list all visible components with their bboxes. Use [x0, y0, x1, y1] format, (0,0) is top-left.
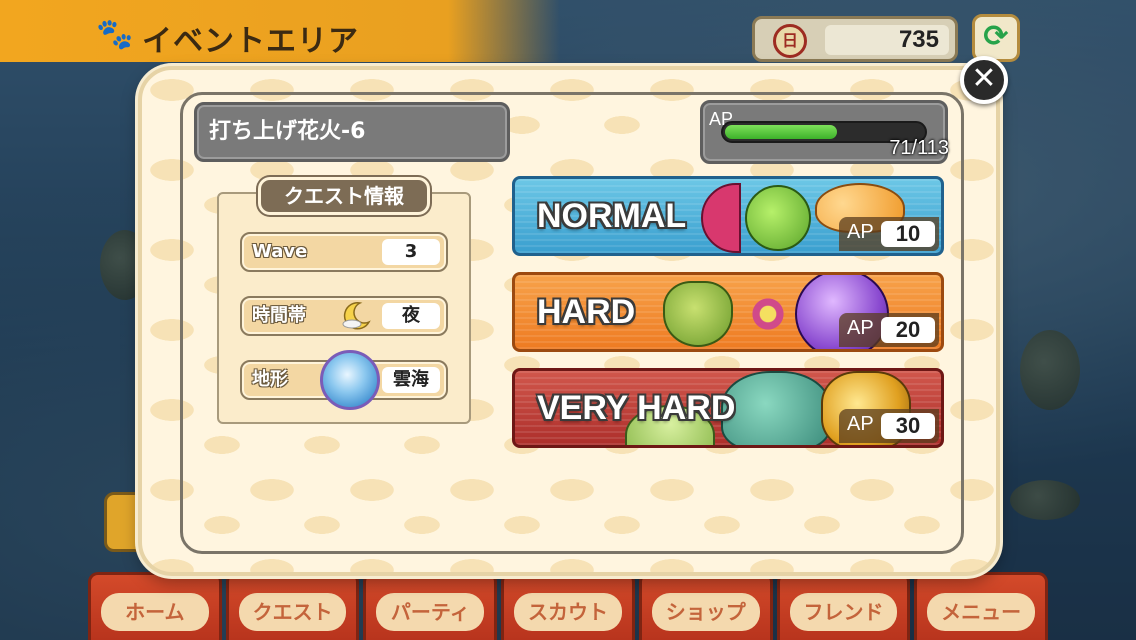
- close-icon: ✕: [971, 61, 997, 96]
- nav-label: ホーム: [101, 593, 209, 631]
- info-row-value: 雲海: [382, 367, 440, 393]
- info-row-label: 地形: [252, 369, 288, 390]
- nav-label: メニュー: [927, 593, 1036, 631]
- nav-party-button[interactable]: パーティ: [363, 572, 498, 640]
- difficulty-label: NORMAL: [537, 197, 687, 235]
- difficulty-label: VERY HARD: [537, 389, 736, 427]
- ap-cost-value: 10: [881, 221, 935, 247]
- nav-label: フレンド: [789, 593, 898, 631]
- monster-art: [721, 371, 831, 445]
- nav-shop-button[interactable]: ショップ: [638, 572, 773, 640]
- nav-label: ショップ: [651, 593, 760, 631]
- nav-label: パーティ: [376, 593, 485, 631]
- difficulty-hard-button[interactable]: HARD AP 20: [512, 272, 944, 352]
- close-button[interactable]: ✕: [960, 56, 1008, 104]
- ap-cost-badge: AP 10: [839, 217, 939, 251]
- currency-display: 日 735: [752, 16, 958, 62]
- nav-quest-button[interactable]: クエスト: [225, 572, 360, 640]
- info-row-value: 3: [382, 239, 440, 265]
- ap-cost-value: 30: [881, 413, 935, 439]
- ap-cost-badge: AP 30: [839, 409, 939, 443]
- paw-icon: 🐾: [96, 17, 134, 52]
- area-header: 🐾 イベントエリア: [0, 0, 560, 62]
- info-row-label: 時間帯: [252, 305, 306, 326]
- difficulty-veryhard-button[interactable]: VERY HARD AP 30: [512, 368, 944, 448]
- difficulty-normal-button[interactable]: NORMAL AP 10: [512, 176, 944, 256]
- area-title: イベントエリア: [142, 24, 359, 59]
- ap-cost-value: 20: [881, 317, 935, 343]
- ap-meter: AP 71/113: [700, 100, 949, 164]
- quest-info-header: クエスト情報: [258, 177, 430, 215]
- refresh-icon: ⟳: [983, 19, 1009, 54]
- nav-label: スカウト: [514, 593, 622, 631]
- ap-cost-label: AP: [847, 221, 874, 243]
- info-row-wave: Wave 3: [240, 232, 448, 272]
- quest-title: 打ち上げ花火-6: [194, 102, 510, 162]
- nav-label: クエスト: [238, 593, 347, 631]
- refresh-button[interactable]: ⟳: [972, 14, 1020, 62]
- info-row-time: 時間帯 夜: [240, 296, 448, 336]
- ap-cost-label: AP: [847, 413, 874, 435]
- nav-friend-button[interactable]: フレンド: [776, 572, 911, 640]
- nav-menu-button[interactable]: メニュー: [914, 572, 1049, 640]
- ap-label: AP: [709, 109, 734, 129]
- globe-icon: [320, 350, 380, 410]
- nav-home-button[interactable]: ホーム: [88, 572, 222, 640]
- ap-count: 71/113: [889, 137, 949, 159]
- monster-art: [737, 283, 799, 345]
- moon-icon: [342, 302, 371, 330]
- ap-cost-badge: AP 20: [839, 313, 939, 347]
- coin-icon: 日: [773, 24, 807, 58]
- monster-art: [663, 281, 733, 347]
- nav-scout-button[interactable]: スカウト: [501, 572, 635, 640]
- difficulty-label: HARD: [537, 293, 636, 331]
- ap-cost-label: AP: [847, 317, 874, 339]
- currency-value: 735: [825, 25, 949, 55]
- info-row-terrain: 地形 雲海: [240, 350, 448, 410]
- bottom-nav: ホーム クエスト パーティ スカウト ショップ フレンド メニュー: [88, 572, 1049, 640]
- ap-bar-fill: [725, 125, 837, 139]
- info-row-label: Wave: [252, 241, 308, 262]
- info-row-value: 夜: [382, 303, 440, 329]
- monster-art: [745, 185, 811, 251]
